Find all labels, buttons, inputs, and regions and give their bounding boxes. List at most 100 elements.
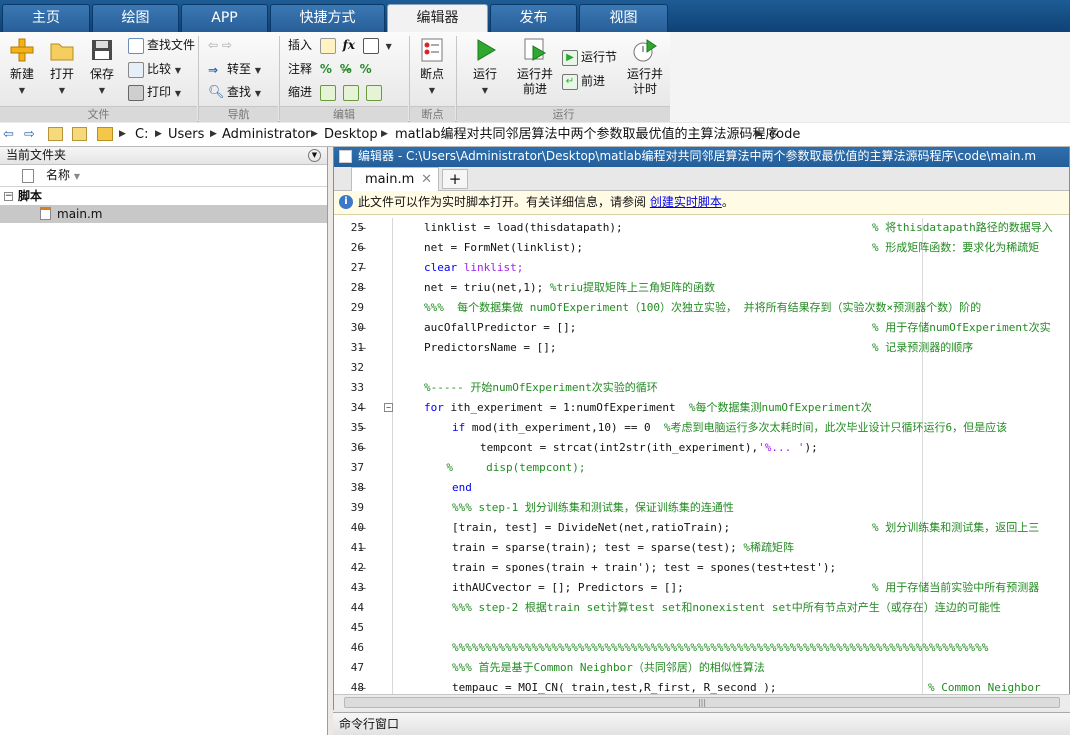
wrap-comments-icon[interactable]: % (360, 62, 372, 76)
code-line[interactable]: 30– aucOfallPredictor = [];% 用于存储numOfExp… (334, 318, 1070, 338)
executable-marker[interactable]: – (359, 338, 369, 358)
back-forward-buttons[interactable]: ⇦ ⇨ (208, 36, 232, 56)
code-line[interactable]: 45 (334, 618, 1070, 638)
code-line[interactable]: 41– train = sparse(train); test = sparse(… (334, 538, 1070, 558)
browse-folder-icon[interactable] (72, 127, 87, 141)
breadcrumb-drive[interactable]: C: (135, 123, 148, 146)
fold-icon[interactable]: − (384, 403, 393, 412)
line-number[interactable]: 44 (334, 598, 364, 618)
breadcrumb-project[interactable]: matlab编程对共同邻居算法中两个参数取最优值的主算法源码程序 (395, 123, 779, 146)
code-line[interactable]: 35– if mod(ith_experiment,10) == 0 %考虑到电脑… (334, 418, 1070, 438)
code-line[interactable]: 40– [train, test] = DivideNet(net,ratioTr… (334, 518, 1070, 538)
executable-marker[interactable]: – (359, 578, 369, 598)
tab-view[interactable]: 视图 (579, 4, 668, 32)
executable-marker[interactable]: – (359, 398, 369, 418)
code-line[interactable]: 46%%%%%%%%%%%%%%%%%%%%%%%%%%%%%%%%%%%%%%… (334, 638, 1070, 658)
collapse-icon[interactable]: − (4, 192, 13, 201)
run-section-button[interactable]: ▶ 运行节 (562, 48, 617, 68)
script-group[interactable]: − 脚本 (0, 187, 327, 205)
breadcrumb-code[interactable]: code (769, 123, 800, 146)
code-line[interactable]: 33 %----- 开始numOfExperiment次实验的循环 (334, 378, 1070, 398)
code-line[interactable]: 27– clear linklist; (334, 258, 1070, 278)
decrease-indent-icon[interactable] (365, 84, 382, 101)
line-number[interactable]: 29 (334, 298, 364, 318)
run-and-advance-button[interactable]: 运行并 前进 (514, 36, 556, 97)
panel-actions-icon[interactable]: ▼ (308, 149, 321, 162)
executable-marker[interactable]: – (359, 318, 369, 338)
line-number[interactable]: 46 (334, 638, 364, 658)
code-line[interactable]: 26– net = FormNet(linklist);% 形成矩阵函数：要求化为… (334, 238, 1070, 258)
code-line[interactable]: 39 %%% step-1 划分训练集和测试集，保证训练集的连通性 (334, 498, 1070, 518)
code-line[interactable]: 44 %%% step-2 根据train set计算test set和nonex… (334, 598, 1070, 618)
find-files-button[interactable]: 查找文件 (128, 36, 195, 56)
code-line[interactable]: 29 %%% 每个数据集做 numOfExperiment（100）次独立实验， … (334, 298, 1070, 318)
tab-apps[interactable]: APP (181, 4, 268, 32)
executable-marker[interactable]: – (359, 678, 369, 694)
up-folder-icon[interactable] (48, 127, 63, 141)
fx-icon[interactable]: fx (343, 38, 355, 52)
find-button[interactable]: 🔍︎ 查找 ▼ (208, 83, 261, 103)
advance-button[interactable]: ↵ 前进 (562, 72, 605, 92)
code-line[interactable]: 48– tempauc = MOI_CN( train,test,R_first,… (334, 678, 1070, 694)
breadcrumb-users[interactable]: Users (168, 123, 204, 146)
executable-marker[interactable]: – (359, 538, 369, 558)
file-list-item[interactable]: main.m (0, 205, 327, 223)
insert-dropdown-icon[interactable]: ▼ (386, 42, 392, 51)
comment-button[interactable]: 注释 % %̶ % (288, 60, 372, 80)
save-button[interactable]: 保存 ▼ (84, 36, 120, 98)
open-button[interactable]: 打开 ▼ (44, 36, 80, 98)
code-line[interactable]: 42– train = spones(train + train'); test … (334, 558, 1070, 578)
code-line[interactable]: 43– ithAUCvector = []; Predictors = [];% … (334, 578, 1070, 598)
line-number[interactable]: 33 (334, 378, 364, 398)
close-icon[interactable]: ✕ (421, 168, 432, 191)
executable-marker[interactable]: – (359, 418, 369, 438)
uncomment-icon[interactable]: %̶ (340, 62, 352, 76)
line-number[interactable]: 39 (334, 498, 364, 518)
comment-percent-icon[interactable]: % (320, 62, 332, 76)
line-number[interactable]: 32 (334, 358, 364, 378)
executable-marker[interactable]: – (359, 278, 369, 298)
new-button[interactable]: 新建 ▼ (4, 36, 40, 98)
insert-button[interactable]: 插入 fx ▼ (288, 36, 392, 56)
print-button[interactable]: 打印 ▼ (128, 83, 181, 103)
code-line[interactable]: 37 % disp(tempcont); (334, 458, 1070, 478)
tab-shortcuts[interactable]: 快捷方式 (270, 4, 385, 32)
breadcrumb-administrator[interactable]: Administrator (222, 123, 311, 146)
horizontal-scrollbar[interactable]: ||| (334, 694, 1070, 710)
new-tab-button[interactable]: + (442, 169, 468, 189)
forward-arrow-icon[interactable]: ⇨ (24, 123, 35, 146)
code-line[interactable]: 47 %%% 首先是基于Common Neighbor（共同邻居）的相似性算法 (334, 658, 1070, 678)
code-line[interactable]: 28– net = triu(net,1); %triu提取矩阵上三角矩阵的函数 (334, 278, 1070, 298)
executable-marker[interactable]: – (359, 478, 369, 498)
scrollbar-thumb[interactable]: ||| (344, 697, 1060, 708)
breakpoints-button[interactable]: 断点 ▼ (414, 36, 450, 98)
executable-marker[interactable]: – (359, 218, 369, 238)
create-live-script-link[interactable]: 创建实时脚本 (650, 195, 722, 209)
code-area[interactable]: 25– linklist = load(thisdatapath);% 将this… (334, 218, 1070, 694)
executable-marker[interactable]: – (359, 438, 369, 458)
name-column-header[interactable]: 名称 ▼ (46, 165, 80, 187)
run-button[interactable]: 运行 ▼ (466, 36, 504, 98)
tab-home[interactable]: 主页 (2, 4, 90, 32)
insert-figure-icon[interactable] (362, 37, 379, 54)
executable-marker[interactable]: – (359, 518, 369, 538)
run-and-time-button[interactable]: 运行并 计时 (624, 36, 666, 97)
editor-tab-main[interactable]: main.m ✕ (351, 167, 439, 191)
code-line[interactable]: 34– − for ith_experiment = 1:numOfExperime… (334, 398, 1070, 418)
executable-marker[interactable]: – (359, 558, 369, 578)
code-line[interactable]: 38– end (334, 478, 1070, 498)
executable-marker[interactable]: – (359, 258, 369, 278)
code-line[interactable]: 31– PredictorsName = [];% 记录预测器的顺序 (334, 338, 1070, 358)
smart-indent-icon[interactable] (319, 84, 336, 101)
tab-publish[interactable]: 发布 (490, 4, 577, 32)
line-number[interactable]: 45 (334, 618, 364, 638)
command-window-header[interactable]: 命令行窗口 (333, 712, 1070, 735)
breadcrumb-desktop[interactable]: Desktop (324, 123, 378, 146)
indent-button[interactable]: 缩进 (288, 83, 385, 103)
code-line[interactable]: 32 (334, 358, 1070, 378)
executable-marker[interactable]: – (359, 238, 369, 258)
goto-button[interactable]: ⇒ 转至 ▼ (208, 60, 261, 80)
increase-indent-icon[interactable] (342, 84, 359, 101)
compare-button[interactable]: 比较 ▼ (128, 60, 181, 80)
line-number[interactable]: 47 (334, 658, 364, 678)
